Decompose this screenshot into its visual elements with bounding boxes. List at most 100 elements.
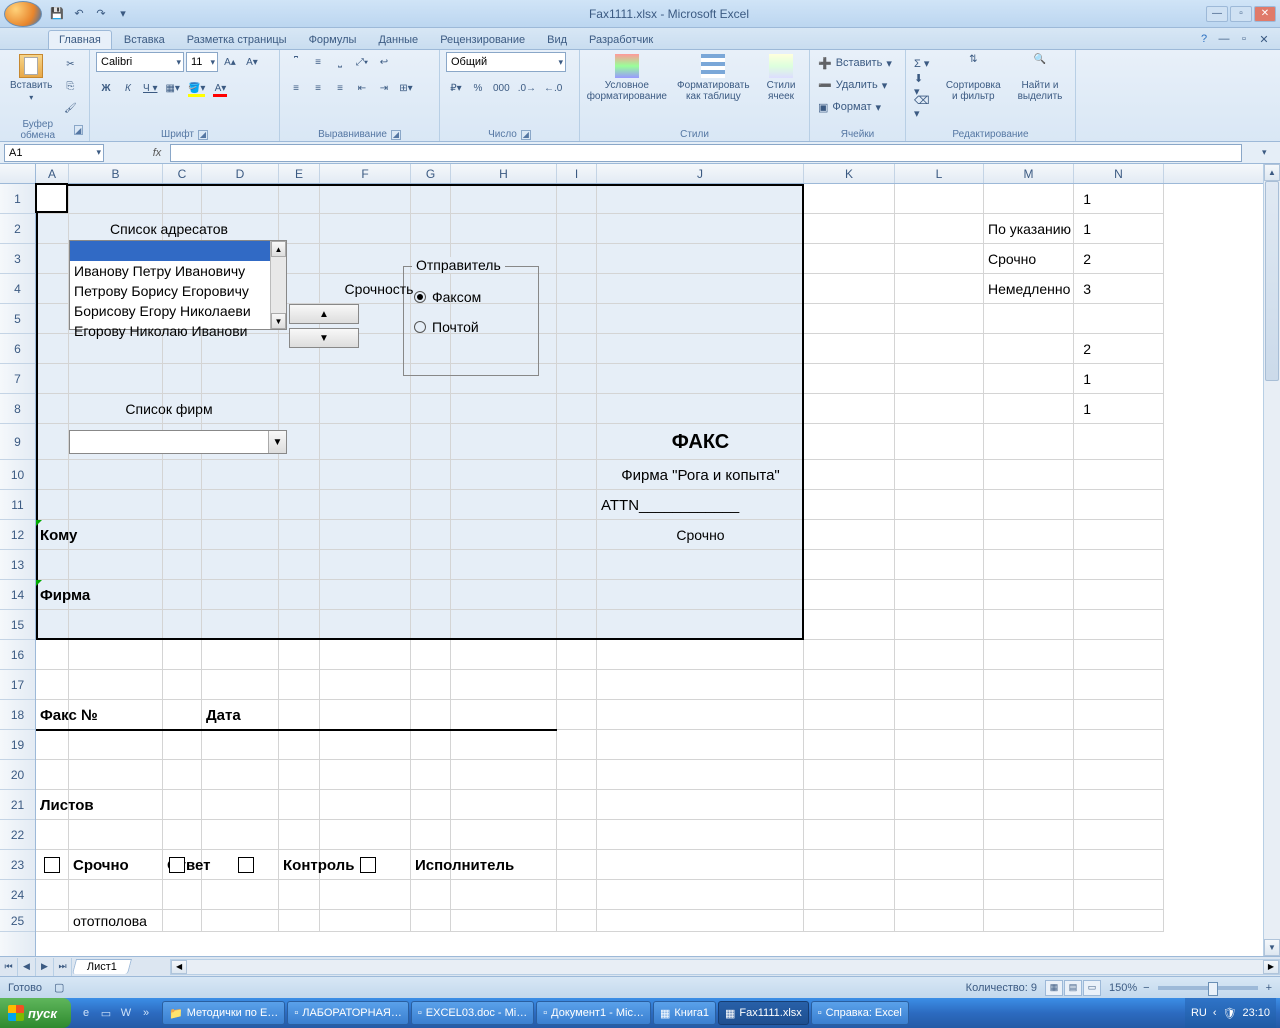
tray-shield-icon[interactable]: 🛡 bbox=[1223, 1007, 1237, 1020]
align-launcher[interactable]: ◢ bbox=[391, 130, 401, 140]
col-header-F[interactable]: F bbox=[320, 164, 411, 183]
spinner-up-icon[interactable]: ▲ bbox=[289, 304, 359, 324]
sheet-nav-next-icon[interactable]: ▶ bbox=[36, 958, 54, 976]
cell-J10[interactable]: Фирма "Рога и копыта" bbox=[597, 460, 804, 490]
decrease-indent-icon[interactable]: ⇤ bbox=[352, 78, 372, 98]
cell-J11[interactable]: ATTN____________ bbox=[597, 490, 804, 520]
row-header-11[interactable]: 11 bbox=[0, 490, 35, 520]
bold-button[interactable]: Ж bbox=[96, 78, 116, 98]
row-header-5[interactable]: 5 bbox=[0, 304, 35, 334]
scroll-thumb[interactable] bbox=[1265, 181, 1279, 381]
urgency-spinner[interactable]: ▲▼ bbox=[289, 304, 359, 348]
macro-record-icon[interactable]: ▢ bbox=[54, 981, 64, 994]
ribbon-close-icon[interactable]: ✕ bbox=[1256, 31, 1272, 47]
taskbar-item[interactable]: 📁Методички по E… bbox=[162, 1001, 285, 1025]
row-header-21[interactable]: 21 bbox=[0, 790, 35, 820]
fill-button[interactable]: ⬇ ▾ bbox=[912, 74, 932, 96]
cell-M2[interactable]: По указанию bbox=[984, 214, 1184, 244]
font-size-select[interactable]: 11 bbox=[186, 52, 218, 72]
percent-icon[interactable]: % bbox=[468, 78, 488, 98]
format-as-table-button[interactable]: Форматировать как таблицу bbox=[672, 52, 755, 104]
vertical-scrollbar[interactable]: ▲ ▼ bbox=[1263, 164, 1280, 956]
tab-data[interactable]: Данные bbox=[368, 31, 428, 49]
taskbar-item[interactable]: ▫Документ1 - Mic… bbox=[536, 1001, 651, 1025]
number-format-select[interactable]: Общий bbox=[446, 52, 566, 72]
view-normal-icon[interactable]: ▦ bbox=[1045, 980, 1063, 996]
help-icon[interactable]: ? bbox=[1196, 31, 1212, 47]
cell-grid[interactable]: Список адресатовСрочностьСписок фирмФАКС… bbox=[36, 184, 1280, 956]
italic-button[interactable]: К bbox=[118, 78, 138, 98]
col-header-C[interactable]: C bbox=[163, 164, 202, 183]
taskbar-item[interactable]: ▫ЛАБОРАТОРНАЯ… bbox=[287, 1001, 409, 1025]
row-header-2[interactable]: 2 bbox=[0, 214, 35, 244]
spinner-down-icon[interactable]: ▼ bbox=[289, 328, 359, 348]
row-header-22[interactable]: 22 bbox=[0, 820, 35, 850]
cell-A12[interactable]: Кому bbox=[36, 520, 236, 550]
tray-expand-icon[interactable]: ‹ bbox=[1213, 1007, 1217, 1019]
name-box[interactable]: A1 bbox=[4, 144, 104, 162]
checkbox-0[interactable] bbox=[44, 857, 60, 873]
cell-L1[interactable]: 1 bbox=[895, 184, 1095, 214]
sheet-nav-prev-icon[interactable]: ◀ bbox=[18, 958, 36, 976]
cell-L6[interactable]: 2 bbox=[895, 334, 1095, 364]
number-launcher[interactable]: ◢ bbox=[521, 130, 531, 140]
row-header-19[interactable]: 19 bbox=[0, 730, 35, 760]
font-name-select[interactable]: Calibri bbox=[96, 52, 184, 72]
listbox-item[interactable]: Петрову Борису Егоровичу bbox=[70, 281, 286, 301]
row-header-8[interactable]: 8 bbox=[0, 394, 35, 424]
ql-more-icon[interactable]: » bbox=[137, 1002, 155, 1024]
row-header-12[interactable]: 12 bbox=[0, 520, 35, 550]
wrap-text-icon[interactable]: ↩ bbox=[374, 52, 394, 72]
col-header-H[interactable]: H bbox=[451, 164, 557, 183]
close-button[interactable]: ✕ bbox=[1254, 6, 1276, 22]
radio-icon[interactable] bbox=[414, 321, 426, 333]
taskbar-item[interactable]: ▦Fax1111.xlsx bbox=[718, 1001, 809, 1025]
cell-A21[interactable]: Листов bbox=[36, 790, 236, 820]
col-header-J[interactable]: J bbox=[597, 164, 804, 183]
row-header-17[interactable]: 17 bbox=[0, 670, 35, 700]
cell-G23[interactable]: Исполнитель bbox=[411, 850, 611, 880]
align-left-icon[interactable]: ≡ bbox=[286, 78, 306, 98]
cell-L8[interactable]: 1 bbox=[895, 394, 1095, 424]
col-header-D[interactable]: D bbox=[202, 164, 279, 183]
tab-insert[interactable]: Вставка bbox=[114, 31, 175, 49]
row-header-6[interactable]: 6 bbox=[0, 334, 35, 364]
listbox-scroll-down-icon[interactable]: ▼ bbox=[271, 313, 286, 329]
row-header-7[interactable]: 7 bbox=[0, 364, 35, 394]
col-header-A[interactable]: A bbox=[36, 164, 69, 183]
col-header-M[interactable]: M bbox=[984, 164, 1074, 183]
sheet-tab[interactable]: Лист1 bbox=[72, 959, 132, 974]
shrink-font-icon[interactable]: A▾ bbox=[242, 52, 262, 72]
zoom-level[interactable]: 150% bbox=[1109, 982, 1137, 994]
border-button[interactable]: ▦▾ bbox=[162, 78, 182, 98]
tray-clock[interactable]: 23:10 bbox=[1242, 1007, 1270, 1019]
cell-A14[interactable]: Фирма bbox=[36, 580, 236, 610]
tab-page-layout[interactable]: Разметка страницы bbox=[177, 31, 297, 49]
listbox-scroll-up-icon[interactable]: ▲ bbox=[271, 241, 286, 257]
row-header-1[interactable]: 1 bbox=[0, 184, 35, 214]
tray-lang[interactable]: RU bbox=[1191, 1007, 1207, 1019]
cell-B2[interactable]: Список адресатов bbox=[69, 214, 269, 244]
checkbox-2[interactable] bbox=[238, 857, 254, 873]
ribbon-restore-icon[interactable]: ▫ bbox=[1236, 31, 1252, 47]
fill-color-button[interactable]: 🪣▾ bbox=[185, 78, 208, 98]
ql-word-icon[interactable]: W bbox=[117, 1002, 135, 1024]
autosum-button[interactable]: Σ ▾ bbox=[912, 52, 932, 74]
view-page-break-icon[interactable]: ▭ bbox=[1083, 980, 1101, 996]
font-color-button[interactable]: A▾ bbox=[210, 78, 230, 98]
cell-L7[interactable]: 1 bbox=[895, 364, 1095, 394]
cell-M3[interactable]: Срочно bbox=[984, 244, 1184, 274]
maximize-button[interactable]: ▫ bbox=[1230, 6, 1252, 22]
listbox-item[interactable] bbox=[70, 241, 286, 261]
find-select-button[interactable]: 🔍Найти и выделить bbox=[1011, 52, 1069, 104]
col-header-B[interactable]: B bbox=[69, 164, 163, 183]
row-header-13[interactable]: 13 bbox=[0, 550, 35, 580]
view-page-layout-icon[interactable]: ▤ bbox=[1064, 980, 1082, 996]
select-all-corner[interactable] bbox=[0, 164, 36, 183]
row-header-18[interactable]: 18 bbox=[0, 700, 35, 730]
recipients-listbox[interactable]: Иванову Петру ИвановичуПетрову Борису Ег… bbox=[69, 240, 287, 330]
col-header-L[interactable]: L bbox=[895, 164, 984, 183]
row-header-14[interactable]: 14 bbox=[0, 580, 35, 610]
sheet-nav-last-icon[interactable]: ⏭ bbox=[54, 958, 72, 976]
row-header-10[interactable]: 10 bbox=[0, 460, 35, 490]
